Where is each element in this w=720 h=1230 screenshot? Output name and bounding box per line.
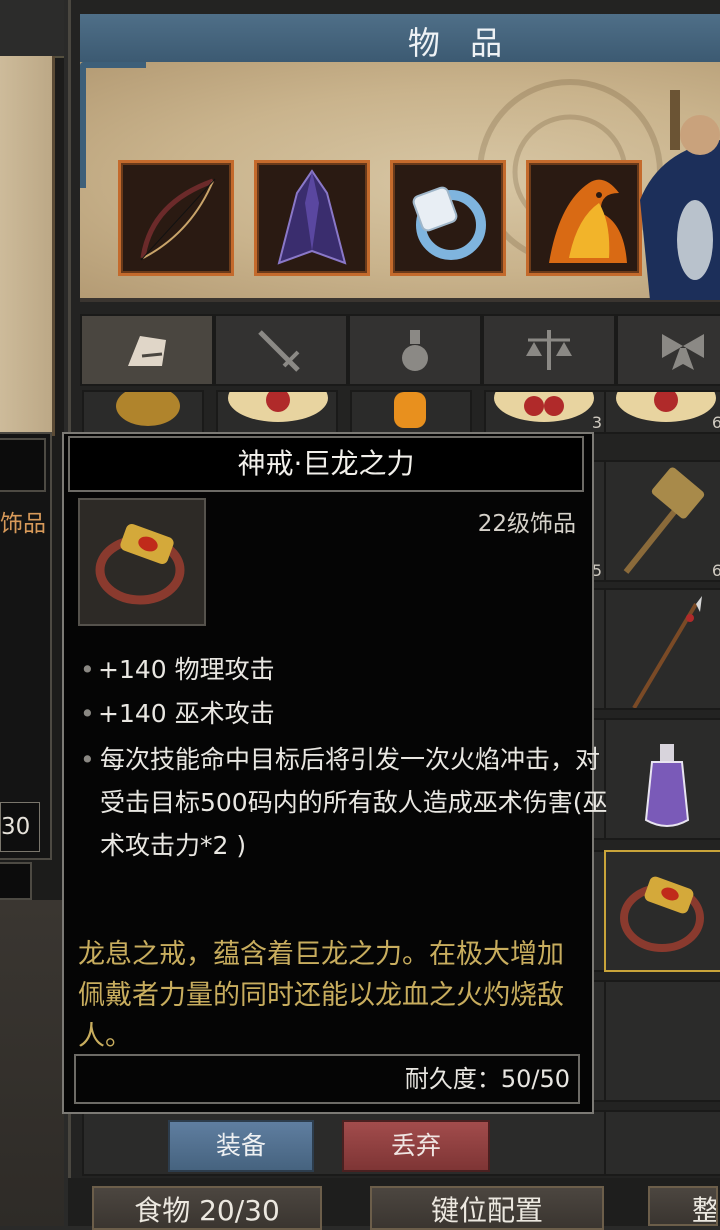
golden-helm-icon [116,386,180,426]
equip-button[interactable]: 装备 [168,1120,314,1172]
grid-cell[interactable]: 6 [604,374,720,434]
compare-panel [0,432,52,860]
armor-icon [128,336,166,366]
durability: 耐久度：50/50 [404,1065,570,1093]
scale-icon [526,330,572,370]
grid-cell[interactable] [82,386,204,434]
stat-effect: • 每次技能命中目标后将引发一次火焰冲击，对受击目标500码内的所有敌人造成巫术伤… [80,738,610,867]
left-frame-top [0,0,64,58]
equip-slot-pet[interactable] [526,160,642,276]
tab-armor[interactable] [80,314,214,386]
grid-cell[interactable] [604,980,720,1102]
grid-cell[interactable] [604,1110,720,1176]
bullet-icon: • [80,655,95,684]
grid-cell[interactable] [350,390,472,434]
character-portrait [640,90,720,300]
item-count: 6 [711,561,720,580]
compare-category: 饰品 [0,511,46,537]
window-title: 物 品 [407,24,513,62]
effect-text: 每次技能命中目标后将引发一次火焰冲击，对受击目标500码内的所有敌人造成巫术伤害… [100,745,608,860]
compare-count: 30 [0,802,40,852]
warhammer-icon [623,467,705,574]
left-parchment [0,56,55,436]
compare-small-box [0,862,32,900]
item-description: 龙息之戒，蕴含着巨龙之力。在极大增加佩戴者力量的同时还能以龙血之火灼烧敌人。 [78,939,564,1052]
sword-icon [258,330,300,372]
tab-weapons[interactable] [214,314,348,386]
grid-cell-selected[interactable] [604,850,720,972]
dragon-ring-icon [620,876,704,952]
bow-icon [140,178,216,261]
tab-consumables[interactable] [348,314,482,386]
item-name: 神戒·巨龙之力 [237,447,415,480]
item-count: 6 [711,413,720,432]
bullet-icon: • [80,699,95,728]
food-button[interactable]: 食物 20/30 [92,1186,322,1230]
item-icon-box [78,498,206,626]
stat-sorcery-attack: +140 巫术攻击 [98,699,275,728]
tab-materials[interactable] [482,314,616,386]
item-count: 3 [591,413,602,432]
spear-icon [632,596,702,710]
stat-line: • +140 巫术攻击 [80,696,275,732]
bullet-icon: • [80,745,95,774]
bow-ribbon-icon [662,334,704,370]
grid-cell[interactable]: 3 [484,374,606,434]
stat-physical-attack: +140 物理攻击 [98,655,275,684]
dragon-ring-icon [95,523,185,605]
grid-cell[interactable] [604,718,720,840]
berry-plate-icon [494,374,594,422]
food-plate-icon [616,374,716,422]
cloak-icon [277,169,347,265]
equip-slot-bow[interactable] [118,160,234,276]
stat-line: • +140 物理攻击 [80,652,275,688]
sort-button[interactable]: 整 [648,1186,718,1226]
food-plate-icon [228,374,328,422]
equip-slot-cloak[interactable] [254,160,370,276]
ring-icon [412,186,486,260]
phoenix-icon [549,179,627,263]
keymap-button[interactable]: 键位配置 [370,1186,604,1230]
compare-title-box [0,438,46,492]
grid-cell[interactable] [216,374,338,434]
orange-potion-icon [394,392,426,428]
purple-potion-icon [644,744,690,827]
grid-cell[interactable] [604,588,720,710]
item-level-type: 22级饰品 [477,511,576,537]
left-lower-panel [0,900,64,1226]
discard-button[interactable]: 丢弃 [342,1120,490,1172]
category-tabs [80,314,720,386]
grid-cell[interactable]: 6 [604,460,720,582]
potion-icon [402,330,428,371]
tab-misc[interactable] [616,314,720,386]
equip-slot-ring[interactable] [390,160,506,276]
